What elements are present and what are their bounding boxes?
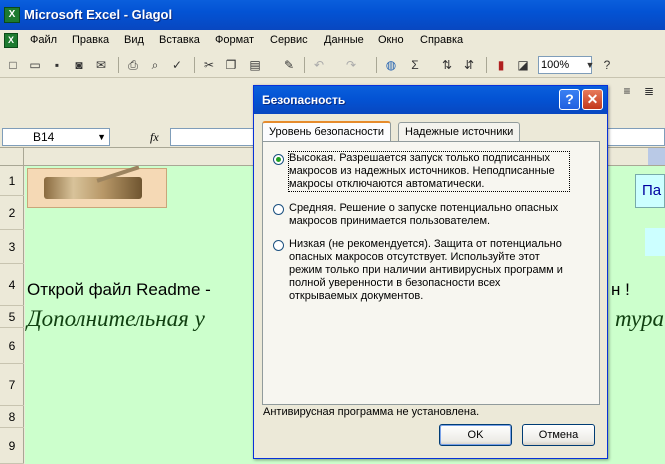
menu-window[interactable]: Окно [378, 34, 404, 46]
scroll-picture[interactable] [27, 166, 167, 208]
close-icon[interactable]: ✕ [582, 89, 603, 110]
ok-button[interactable]: OK [439, 424, 512, 446]
hyperlink-icon[interactable]: ◍ [382, 56, 400, 74]
readme-text-tail: н ! [611, 280, 630, 299]
radio-medium[interactable] [273, 204, 284, 215]
window-title: Microsoft Excel - Glagol [24, 7, 173, 22]
italic-heading: Дополнительная у [27, 306, 205, 331]
row-header[interactable]: 3 [0, 230, 24, 264]
select-all-corner[interactable] [0, 148, 24, 165]
paste-icon[interactable]: ▤ [246, 56, 264, 74]
cut-icon[interactable]: ✂ [200, 56, 218, 74]
menu-insert[interactable]: Вставка [159, 34, 200, 46]
row-header[interactable]: 2 [0, 196, 24, 230]
spelling-icon[interactable]: ✓ [168, 56, 186, 74]
radio-low[interactable] [273, 240, 284, 251]
sort-descending-icon[interactable]: ⇵ [460, 56, 478, 74]
chart-wizard-icon[interactable]: ▮ [492, 56, 510, 74]
toolbar-separator [486, 57, 487, 73]
excel-icon: X [4, 7, 20, 23]
sheet-shape [645, 228, 665, 256]
cancel-button[interactable]: Отмена [522, 424, 595, 446]
sort-ascending-icon[interactable]: ⇅ [438, 56, 456, 74]
justify-icon[interactable]: ≣ [640, 82, 658, 100]
help-icon[interactable]: ? [598, 56, 616, 74]
row-header[interactable]: 5 [0, 306, 24, 328]
format-painter-icon[interactable]: ✎ [280, 56, 298, 74]
row-header[interactable]: 8 [0, 406, 24, 428]
menu-file[interactable]: Файл [30, 34, 57, 46]
option-low-label: Низкая (не рекомендуется). Защита от пот… [289, 238, 563, 302]
cell-reference: B14 [33, 130, 55, 144]
new-icon[interactable]: □ [4, 56, 22, 74]
drawing-icon[interactable]: ◪ [514, 56, 532, 74]
option-medium-label: Средняя. Решение о запуске потенциально … [289, 202, 559, 227]
zoom-dropdown-icon[interactable]: ▼ [581, 56, 599, 74]
chevron-down-icon[interactable]: ▼ [97, 129, 106, 145]
scroll-image [44, 177, 142, 199]
permission-icon[interactable]: ◙ [70, 56, 88, 74]
print-preview-icon[interactable]: ⌕ [146, 56, 164, 74]
row-header[interactable]: 9 [0, 428, 24, 464]
tab-trusted-sources[interactable]: Надежные источники [398, 122, 521, 142]
name-box[interactable]: B14 ▼ [2, 128, 110, 146]
security-dialog: Безопасность ? ✕ Уровень безопасности На… [253, 85, 608, 459]
menu-format[interactable]: Формат [215, 34, 254, 46]
redo-icon[interactable]: ↷ [342, 56, 360, 74]
print-icon[interactable]: ⎙ [124, 56, 142, 74]
row-header[interactable]: 7 [0, 364, 24, 406]
option-high-label: Высокая. Разрешается запуск только подпи… [288, 151, 570, 192]
menu-tools[interactable]: Сервис [270, 34, 308, 46]
save-icon[interactable]: ▪ [48, 56, 66, 74]
workbook-icon[interactable]: X [4, 33, 18, 48]
tab-security-level[interactable]: Уровень безопасности [262, 121, 391, 143]
align-right-icon[interactable]: ≡ [618, 82, 636, 100]
toolbar-separator [376, 57, 377, 73]
undo-icon[interactable]: ↶ [310, 56, 328, 74]
radio-high[interactable] [273, 154, 284, 165]
toolbar-separator [118, 57, 119, 73]
dialog-title: Безопасность [262, 93, 346, 107]
security-level-panel: Высокая. Разрешается запуск только подпи… [262, 141, 600, 405]
column-header-selected[interactable] [648, 148, 665, 165]
row-header[interactable]: 6 [0, 328, 24, 364]
standard-toolbar: □ ▭ ▪ ◙ ✉ ⎙ ⌕ ✓ ✂ ❐ ▤ ✎ ↶ ↷ ◍ Σ ⇅ ⇵ ▮ ◪ … [0, 52, 665, 78]
autosum-icon[interactable]: Σ [406, 56, 424, 74]
dialog-tabs: Уровень безопасности Надежные источники [262, 121, 602, 143]
menu-edit[interactable]: Правка [72, 34, 109, 46]
email-icon[interactable]: ✉ [92, 56, 110, 74]
open-icon[interactable]: ▭ [26, 56, 44, 74]
toolbar-separator [194, 57, 195, 73]
row-headers: 1 2 3 4 5 6 7 8 9 [0, 166, 24, 464]
formatting-toolbar: ≡ ≣ [610, 78, 665, 104]
menu-data[interactable]: Данные [324, 34, 364, 46]
copy-icon[interactable]: ❐ [222, 56, 240, 74]
row-header[interactable]: 1 [0, 166, 24, 196]
sheet-button[interactable]: Па [635, 174, 665, 208]
dialog-title-bar: Безопасность ? ✕ [254, 86, 607, 114]
menu-bar: X Файл Правка Вид Вставка Формат Сервис … [0, 30, 665, 52]
insert-function-icon[interactable]: fx [150, 130, 159, 145]
antivirus-status: Антивирусная программа не установлена. [263, 406, 480, 418]
row-header[interactable]: 4 [0, 264, 24, 306]
toolbar-separator [304, 57, 305, 73]
menu-view[interactable]: Вид [124, 34, 144, 46]
readme-text: Открой файл Readme - [27, 280, 211, 299]
italic-heading-tail: тура [615, 306, 664, 331]
app-title-bar: X Microsoft Excel - Glagol [0, 0, 665, 30]
help-button[interactable]: ? [559, 89, 580, 110]
menu-help[interactable]: Справка [420, 34, 463, 46]
